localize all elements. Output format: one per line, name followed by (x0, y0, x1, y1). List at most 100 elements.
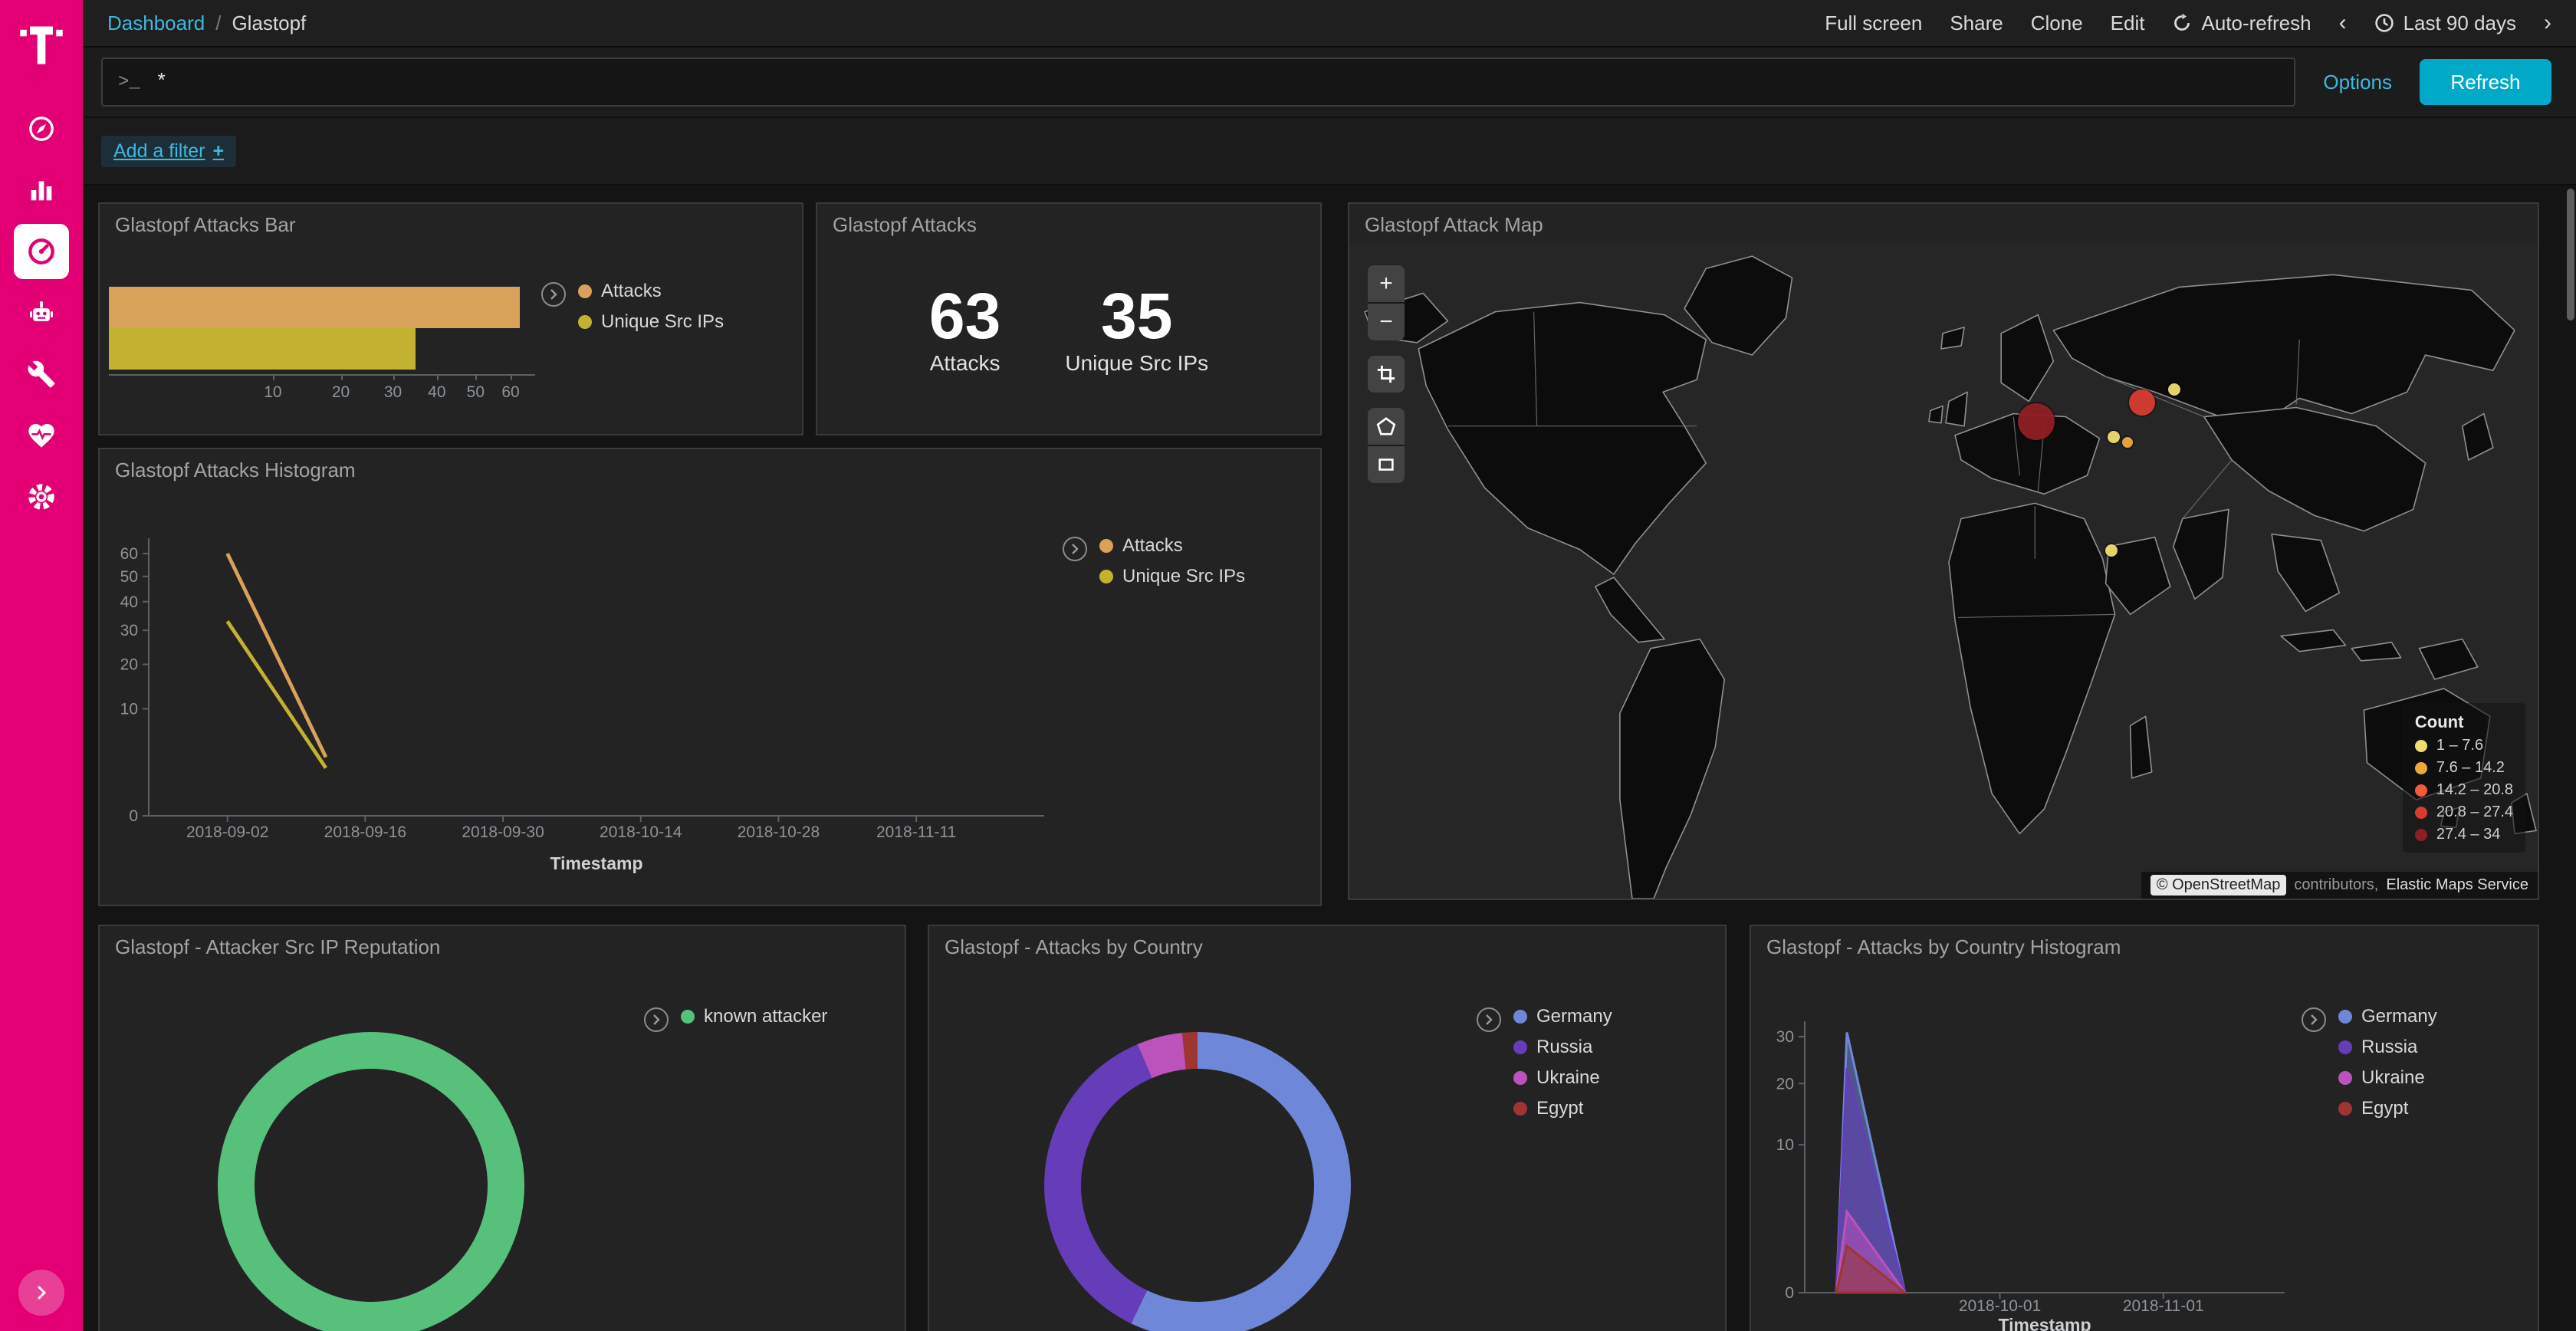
rectangle-icon (1376, 455, 1396, 475)
time-range-label: Last 90 days (2404, 12, 2516, 35)
chevron-right-icon (1483, 1014, 1495, 1026)
map-legend-item: 1 – 7.6 (2415, 737, 2513, 754)
map-point[interactable] (2108, 431, 2120, 443)
attack-map[interactable]: + − (1349, 244, 2538, 899)
legend-toggle-button[interactable] (2302, 1007, 2326, 1032)
sidebar-item-timelion[interactable] (14, 285, 69, 340)
chevron-right-icon (1069, 543, 1081, 555)
metric-unique-src-ips: 35 Unique Src IPs (1065, 281, 1208, 376)
legend-toggle-button[interactable] (1063, 537, 1087, 561)
legend-item-egypt[interactable]: Egypt (2338, 1098, 2437, 1119)
share-button[interactable]: Share (1950, 12, 2003, 35)
map-point[interactable] (2168, 383, 2180, 396)
legend-item-ukraine[interactable]: Ukraine (2338, 1067, 2437, 1089)
legend-item-attacks[interactable]: Attacks (578, 281, 724, 302)
country-histogram-legend: Germany Russia Ukraine Egypt (2302, 1006, 2437, 1119)
map-points-layer (1349, 244, 2538, 899)
sidebar-item-discover[interactable] (14, 101, 69, 156)
x-tick-label: 2018-11-01 (2123, 1297, 2204, 1315)
refresh-cycle-icon (2172, 13, 2192, 33)
sidebar-item-monitoring[interactable] (14, 408, 69, 463)
map-point[interactable] (2122, 437, 2133, 448)
scrollbar[interactable] (2567, 189, 2574, 320)
legend-item-known-attacker[interactable]: known attacker (681, 1006, 827, 1027)
line-series-attacks[interactable] (228, 554, 326, 758)
breadcrumb-dashboard-link[interactable]: Dashboard (107, 12, 205, 35)
legend-label: Germany (1536, 1006, 1612, 1027)
osm-attribution-link[interactable]: © OpenStreetMap (2150, 875, 2286, 896)
map-point[interactable] (2129, 389, 2155, 416)
panel-src-ip-reputation: Glastopf - Attacker Src IP Reputation kn… (98, 925, 906, 1331)
map-attribution: © OpenStreetMap contributors, Elastic Ma… (2141, 872, 2538, 899)
edit-button[interactable]: Edit (2111, 12, 2145, 35)
sidebar-item-visualize[interactable] (14, 163, 69, 218)
legend-toggle-button[interactable] (644, 1007, 669, 1032)
map-legend-swatch (2415, 784, 2427, 797)
legend-item-germany[interactable]: Germany (1513, 1006, 1612, 1027)
y-tick-label: 40 (120, 593, 138, 611)
legend-item-russia[interactable]: Russia (2338, 1037, 2437, 1058)
map-legend-items: 1 – 7.67.6 – 14.214.2 – 20.820.8 – 27.42… (2415, 737, 2513, 843)
sidebar-item-dashboard[interactable] (14, 224, 69, 279)
map-legend-item: 7.6 – 14.2 (2415, 759, 2513, 777)
country-donut-chart[interactable] (1044, 1032, 1351, 1331)
auto-refresh-button[interactable]: Auto-refresh (2172, 12, 2311, 35)
panel-title: Glastopf Attacks Bar (100, 204, 802, 244)
legend-swatch (1513, 1010, 1527, 1024)
full-screen-button[interactable]: Full screen (1825, 12, 1922, 35)
map-legend: Count 1 – 7.67.6 – 14.214.2 – 20.820.8 –… (2403, 703, 2525, 853)
legend-item-unique-src-ips[interactable]: Unique Src IPs (578, 311, 724, 333)
legend-swatch (578, 284, 592, 298)
map-legend-title: Count (2415, 712, 2513, 732)
axis-tick-label: 60 (488, 383, 534, 402)
x-axis-title: Timestamp (550, 853, 642, 873)
line-series-unique-src-ips[interactable] (228, 621, 326, 767)
clone-button[interactable]: Clone (2031, 12, 2083, 35)
map-point[interactable] (2018, 403, 2055, 440)
time-range-button[interactable]: Last 90 days (2374, 12, 2516, 35)
query-value: * (156, 71, 168, 94)
legend-item-egypt[interactable]: Egypt (1513, 1098, 1612, 1119)
sidebar-item-management[interactable] (14, 469, 69, 524)
panel-attacks-by-country: Glastopf - Attacks by Country GermanyRus… (928, 925, 1727, 1331)
auto-refresh-label: Auto-refresh (2201, 12, 2311, 35)
legend-item-russia[interactable]: Russia (1513, 1037, 1612, 1058)
legend-toggle-button[interactable] (541, 282, 566, 307)
zoom-in-button[interactable]: + (1368, 265, 1405, 302)
legend-label: Ukraine (1536, 1067, 1600, 1089)
wrench-icon (27, 360, 56, 389)
reputation-donut-chart[interactable] (218, 1032, 524, 1331)
telekom-logo[interactable] (18, 12, 64, 77)
time-back-button[interactable]: ‹ (2339, 12, 2347, 35)
refresh-button[interactable]: Refresh (2420, 59, 2551, 105)
legend-item-germany[interactable]: Germany (2338, 1006, 2437, 1027)
sidebar-collapse-button[interactable] (18, 1270, 64, 1316)
ems-attribution-link[interactable]: Elastic Maps Service (2386, 876, 2528, 894)
legend-item-attacks[interactable]: Attacks (1099, 535, 1245, 557)
sidebar-item-dev-tools[interactable] (14, 347, 69, 402)
legend-toggle-button[interactable] (1477, 1007, 1501, 1032)
map-point[interactable] (2105, 544, 2118, 557)
time-forward-button[interactable]: › (2544, 12, 2551, 35)
add-filter-button[interactable]: Add a filter + (101, 136, 236, 167)
map-legend-label: 14.2 – 20.8 (2436, 781, 2513, 799)
legend-item-ukraine[interactable]: Ukraine (1513, 1067, 1612, 1089)
telekom-t-icon (18, 20, 64, 69)
panel-country-histogram: Glastopf - Attacks by Country Histogram … (1750, 925, 2539, 1331)
fit-bounds-button[interactable] (1368, 356, 1405, 393)
x-tick-label: 2018-09-16 (324, 823, 406, 841)
metric-value: 63 (929, 281, 1001, 351)
y-tick-label: 10 (1776, 1136, 1794, 1154)
draw-rectangle-button[interactable] (1368, 446, 1405, 483)
bar-unique-src-ips[interactable] (109, 328, 416, 370)
map-legend-item: 27.4 – 34 (2415, 826, 2513, 843)
search-query-input[interactable]: >_ * (101, 58, 2295, 107)
bar-attacks[interactable] (109, 287, 520, 328)
panel-attacks-histogram: Glastopf Attacks Histogram 0102030405060… (98, 448, 1322, 906)
y-tick-label: 50 (120, 568, 138, 586)
zoom-out-button[interactable]: − (1368, 304, 1405, 340)
query-options-link[interactable]: Options (2323, 71, 2392, 94)
legend-item-unique-src-ips[interactable]: Unique Src IPs (1099, 566, 1245, 587)
draw-polygon-button[interactable] (1368, 408, 1405, 445)
legend-label: Germany (2361, 1006, 2437, 1027)
